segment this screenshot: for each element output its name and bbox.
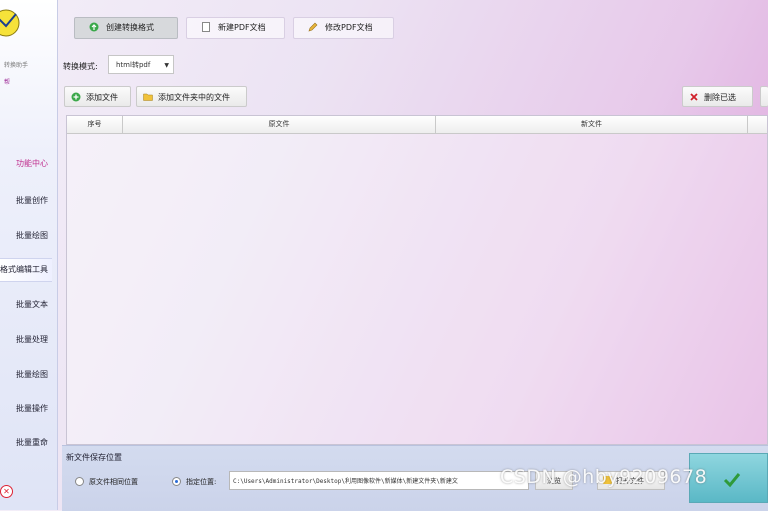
toolbar-overflow-button[interactable] [760,86,768,107]
radio-original-location[interactable] [75,477,84,486]
column-header-original-file[interactable]: 原文件 [123,116,436,133]
folder-icon [143,93,153,101]
add-file-button[interactable]: 添加文件 [64,86,131,107]
sidebar-item-function-center[interactable]: 功能中心 [0,153,52,175]
sidebar-item-batch-process[interactable]: 批量处理 [0,329,52,351]
save-location-title: 新文件保存位置 [66,453,122,462]
tab-create-convert[interactable]: 创建转换格式 [74,17,178,39]
add-file-label: 添加文件 [86,93,118,102]
file-table[interactable]: 序号 原文件 新文件 [66,115,768,445]
tab-label: 新建PDF文档 [218,23,266,32]
sidebar-item-format-tool[interactable]: 格式编辑工具 [0,258,52,282]
sidebar-item-batch-image[interactable]: 批量绘图 [0,364,52,386]
delete-selected-button[interactable]: 删除已选 [682,86,753,107]
edit-icon [308,22,318,32]
tab-edit-pdf[interactable]: 修改PDF文档 [293,17,394,39]
app-logo-subtext: 帮 [4,79,11,86]
tab-new-pdf[interactable]: 新建PDF文档 [186,17,285,39]
radio-custom-location-label: 指定位置: [186,478,217,486]
app-logo-icon [0,9,20,37]
delete-selected-label: 删除已选 [704,93,736,102]
add-folder-button[interactable]: 添加文件夹中的文件 [136,86,247,107]
convert-mode-value: html转pdf [116,61,151,69]
convert-mode-select[interactable]: html转pdf ▼ [108,55,174,74]
tab-label: 修改PDF文档 [325,23,373,32]
add-folder-label: 添加文件夹中的文件 [158,93,230,102]
sidebar-item-batch-operate[interactable]: 批量操作 [0,398,52,420]
sidebar-item-batch-rename[interactable]: 批量重命 [0,432,52,454]
sidebar-item-batch-text[interactable]: 批量文本 [0,294,52,316]
save-path-input[interactable]: C:\Users\Administrator\Desktop\利用图像软件\新媒… [229,471,529,490]
convert-mode-label: 转换模式: [63,62,98,71]
add-icon [71,92,81,102]
table-header: 序号 原文件 新文件 [67,116,767,134]
close-icon[interactable]: ✕ [0,485,13,498]
watermark-text: CSDN @hby9209678 [500,466,708,488]
app-logo-text: 转换助手 [4,62,29,69]
chevron-down-icon: ▼ [164,62,169,69]
delete-icon [690,93,698,101]
document-icon [202,22,210,32]
sidebar-item-batch-create[interactable]: 批量创作 [0,190,52,212]
radio-custom-location[interactable] [172,477,181,486]
tab-label: 创建转换格式 [106,23,154,32]
convert-icon [89,22,99,32]
sidebar: 转换助手 帮 功能中心 批量创作 批量绘图 格式编辑工具 批量文本 批量处理 批… [0,0,58,510]
column-header-index[interactable]: 序号 [67,116,123,133]
sidebar-item-batch-draw[interactable]: 批量绘图 [0,225,52,247]
checkmark-icon [723,473,741,488]
column-header-new-file[interactable]: 新文件 [436,116,748,133]
radio-original-location-label: 原文件相同位置 [89,478,138,486]
